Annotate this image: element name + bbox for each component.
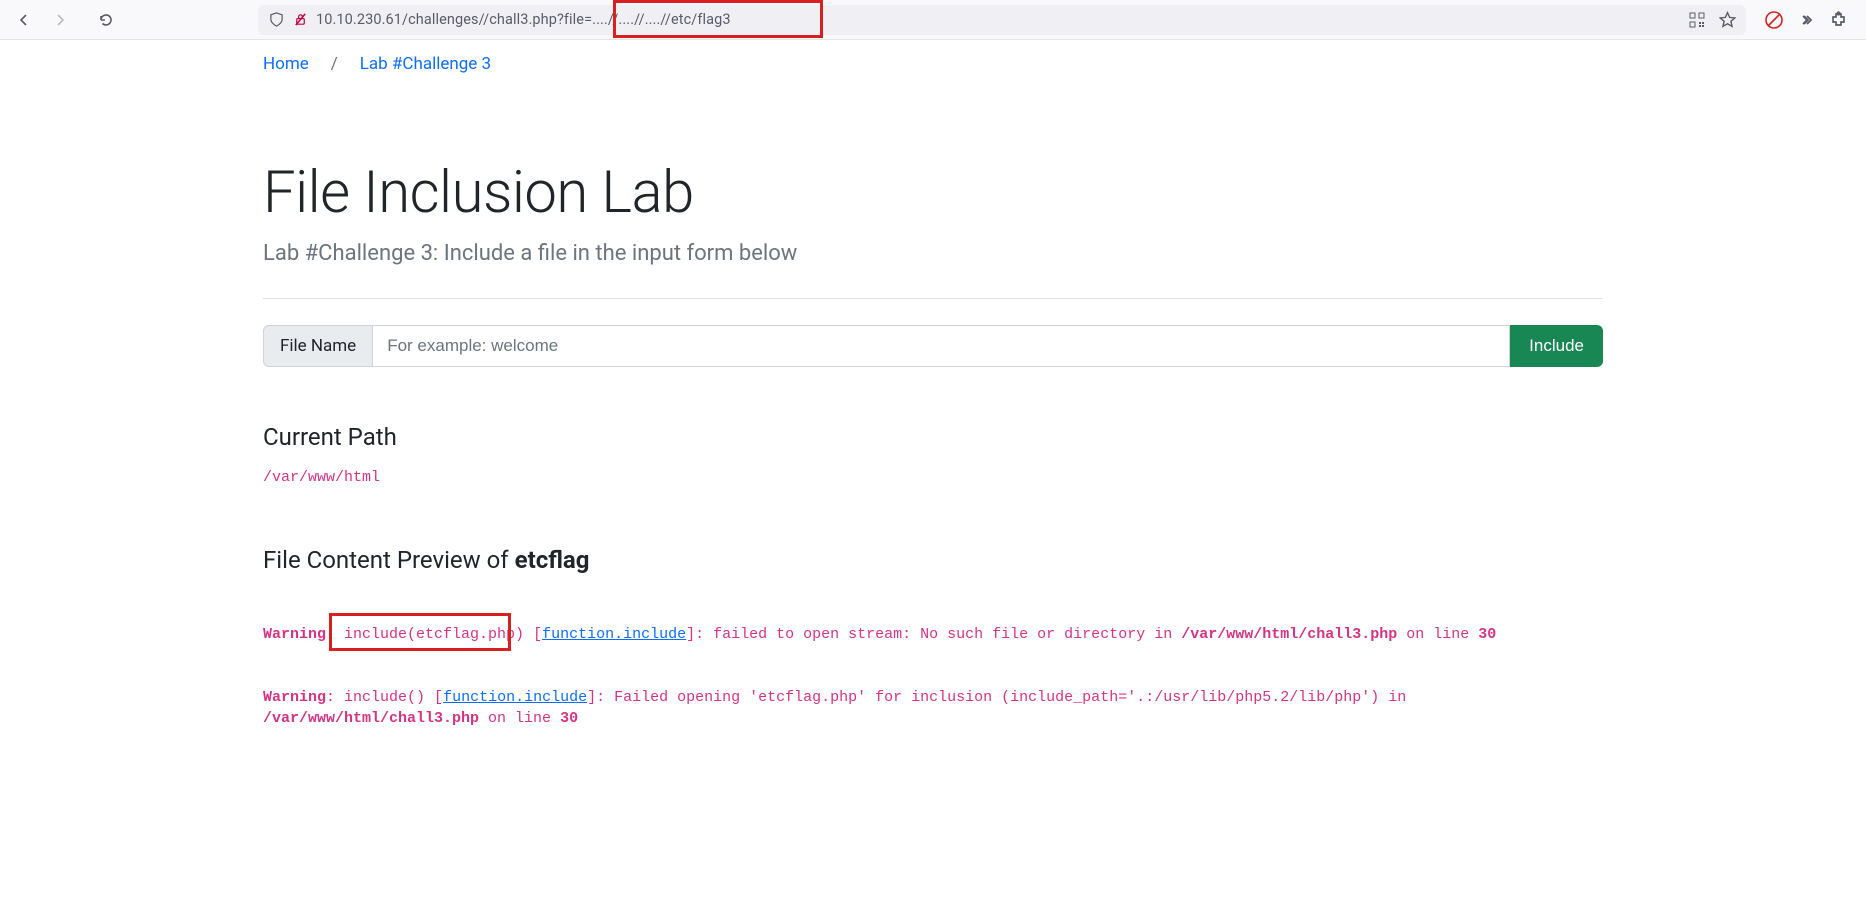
breadcrumb-home-link[interactable]: Home [263, 54, 309, 74]
preview-filename: etcflag [515, 546, 590, 574]
breadcrumb-separator: / [331, 54, 338, 74]
warning-label: Warning [263, 689, 326, 706]
warning-label: Warning [263, 626, 326, 643]
file-name-input[interactable] [373, 325, 1510, 367]
warning-line-number: 30 [560, 710, 578, 727]
breadcrumb-lab-link[interactable]: Lab #Challenge 3 [360, 54, 491, 74]
page-container: Home / Lab #Challenge 3 File Inclusion L… [243, 40, 1623, 729]
divider [263, 298, 1603, 299]
shield-icon [268, 12, 284, 28]
preview-heading: File Content Preview of etcflag [263, 546, 1603, 574]
page-subtitle: Lab #Challenge 3: Include a file in the … [263, 241, 1603, 266]
warning-function-link[interactable]: function.include [542, 626, 686, 643]
url-bar[interactable]: 10.10.230.61/challenges//chall3.php?file… [258, 5, 1746, 35]
noscript-icon[interactable] [1764, 10, 1784, 30]
warning-include-call: include() [ [344, 689, 443, 706]
breadcrumb: Home / Lab #Challenge 3 [263, 40, 1603, 74]
include-button[interactable]: Include [1510, 325, 1603, 367]
warning-line-number: 30 [1478, 626, 1496, 643]
url-bar-container: 10.10.230.61/challenges//chall3.php?file… [258, 5, 1746, 35]
nav-reload-button[interactable] [92, 6, 120, 34]
toolbar-right-icons [1764, 10, 1856, 30]
nav-forward-button[interactable] [46, 6, 74, 34]
qr-icon[interactable] [1688, 11, 1706, 29]
bookmark-star-icon[interactable] [1718, 11, 1736, 29]
page-title: File Inclusion Lab [263, 159, 1603, 227]
warning-include-call: include(etcflag.php) [344, 626, 524, 643]
overflow-icon[interactable] [1796, 10, 1816, 30]
warning-message: Failed opening 'etcflag.php' for inclusi… [614, 689, 1406, 706]
file-input-group: File Name Include [263, 325, 1603, 367]
nav-back-button[interactable] [10, 6, 38, 34]
current-path-heading: Current Path [263, 423, 1603, 451]
current-path-value: /var/www/html [263, 469, 1603, 486]
php-warning-2: Warning: include() [function.include]: F… [263, 687, 1603, 729]
file-name-label: File Name [263, 325, 373, 367]
extensions-icon[interactable] [1828, 10, 1848, 30]
warning-function-link[interactable]: function.include [443, 689, 587, 706]
php-warning-1: Warning: include(etcflag.php) [function.… [263, 624, 1603, 729]
url-text[interactable]: 10.10.230.61/challenges//chall3.php?file… [316, 11, 1676, 28]
warning-path: /var/www/html/chall3.php [1181, 626, 1397, 643]
preview-prefix: File Content Preview of [263, 546, 515, 574]
warning-path: /var/www/html/chall3.php [263, 710, 479, 727]
lock-insecure-icon [292, 12, 308, 28]
browser-toolbar: 10.10.230.61/challenges//chall3.php?file… [0, 0, 1866, 40]
warning-message: failed to open stream: No such file or d… [713, 626, 1181, 643]
